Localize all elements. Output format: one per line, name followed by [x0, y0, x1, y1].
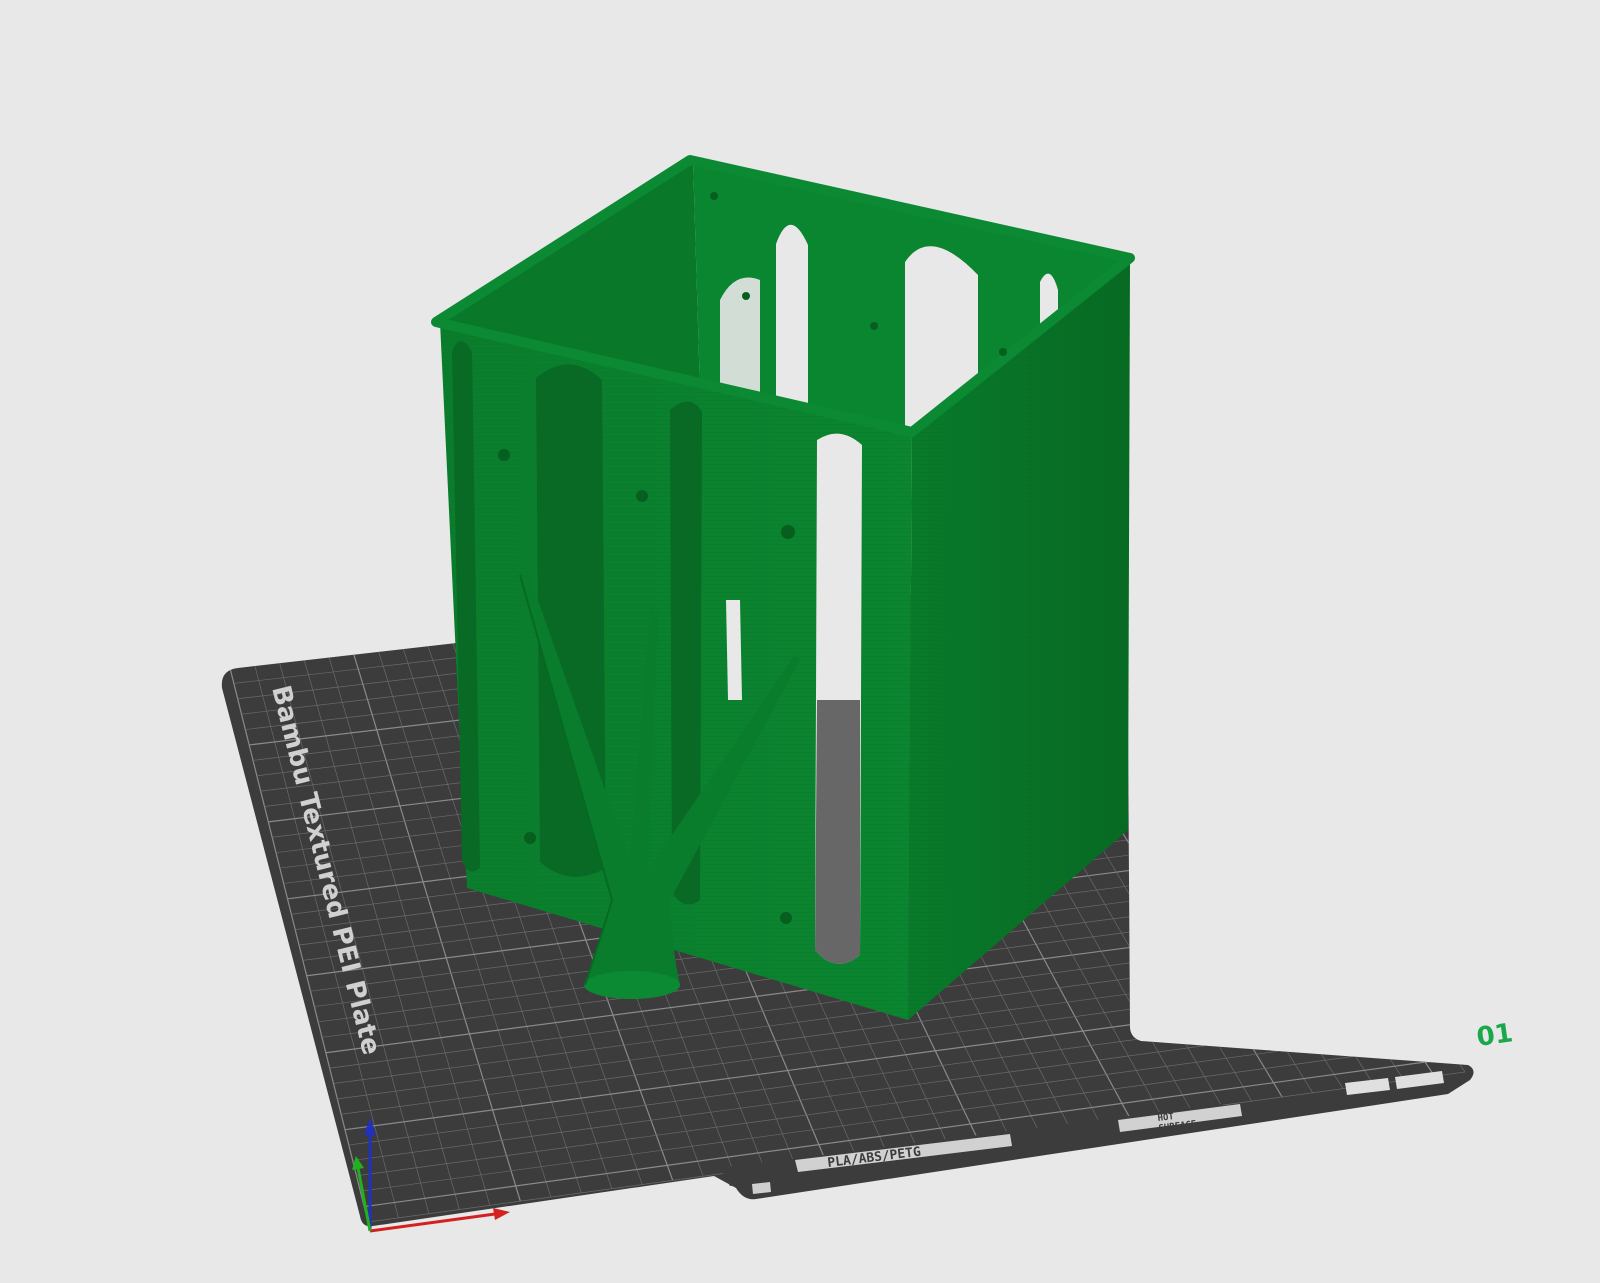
- plate-number[interactable]: 01: [1475, 1018, 1515, 1053]
- grid-line: [1094, 568, 1436, 1077]
- plate-tab-3: [752, 1182, 771, 1194]
- 3d-viewport[interactable]: Bambu Textured PEI Plate PLA/ABS/PETG HO…: [0, 0, 1600, 1278]
- model-object[interactable]: [431, 155, 1135, 1020]
- x-axis-arrow-icon: [493, 1208, 510, 1220]
- front-slot-small: [726, 600, 742, 700]
- viewport-scene[interactable]: Bambu Textured PEI Plate PLA/ABS/PETG HO…: [0, 0, 1600, 1278]
- grid-line: [1119, 567, 1466, 1073]
